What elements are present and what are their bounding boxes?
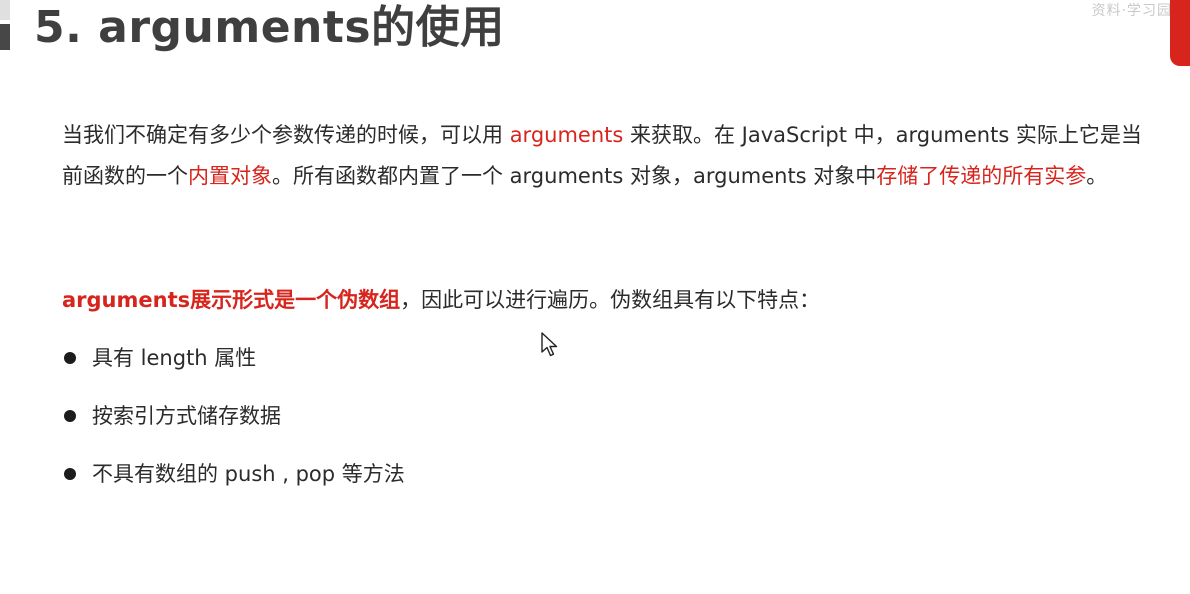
intro-highlight-arguments: arguments — [509, 123, 624, 147]
corner-watermark: 资料·学习园 — [1091, 3, 1172, 19]
list-item-text: 具有 length 属性 — [92, 346, 257, 370]
mouse-pointer-icon — [541, 332, 558, 357]
intro-text-1: 当我们不确定有多少个参数传递的时候，可以用 — [62, 123, 510, 147]
intro-highlight-builtin-object: 内置对象 — [188, 164, 272, 188]
bullet-dot-icon — [64, 468, 76, 480]
intro-text-4: 。 — [1086, 164, 1108, 188]
intro-text-3: 。所有函数都内置了一个 arguments 对象，arguments 对象中 — [272, 164, 877, 188]
list-item-text: 不具有数组的 push , pop 等方法 — [92, 462, 405, 486]
slide-title: 5. arguments的使用 — [34, 2, 505, 53]
feature-list: 具有 length 属性 按索引方式储存数据 不具有数组的 push , pop… — [62, 337, 405, 511]
bullet-dot-icon — [64, 410, 76, 422]
title-marker — [0, 0, 14, 56]
title-marker-light-segment — [0, 0, 10, 20]
corner-tab — [1170, 0, 1190, 66]
pseudo-array-text: ，因此可以进行遍历。伪数组具有以下特点： — [400, 288, 821, 312]
title-marker-dark-segment — [0, 24, 10, 50]
list-item: 具有 length 属性 — [62, 337, 405, 395]
pseudo-array-highlight: arguments展示形式是一个伪数组 — [62, 288, 401, 312]
intro-highlight-stores-args: 存储了传递的所有实参 — [876, 164, 1087, 188]
pseudo-array-paragraph: arguments展示形式是一个伪数组，因此可以进行遍历。伪数组具有以下特点： — [62, 280, 1157, 321]
list-item: 不具有数组的 push , pop 等方法 — [62, 453, 405, 511]
list-item: 按索引方式储存数据 — [62, 395, 405, 453]
bullet-dot-icon — [64, 352, 76, 364]
intro-paragraph: 当我们不确定有多少个参数传递的时候，可以用 arguments 来获取。在 Ja… — [62, 115, 1157, 197]
list-item-text: 按索引方式储存数据 — [92, 404, 281, 428]
